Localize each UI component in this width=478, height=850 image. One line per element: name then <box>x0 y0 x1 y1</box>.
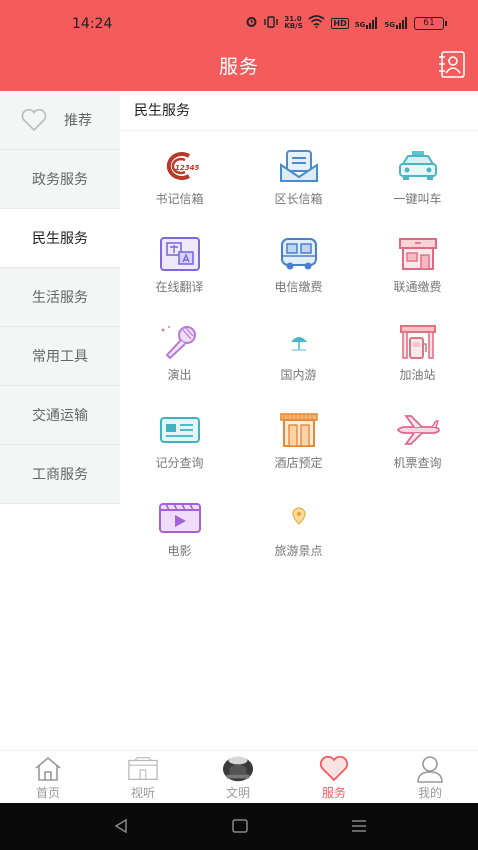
sidebar-item-label: 工商服务 <box>32 467 88 483</box>
service-label: 区长信箱 <box>274 192 323 206</box>
service-online-translate[interactable]: 在线翻译 <box>120 228 239 316</box>
gas-station-icon <box>396 324 440 360</box>
nav-label: 我的 <box>417 786 442 800</box>
tv-icon <box>127 755 159 783</box>
heart-icon <box>318 755 350 783</box>
sidebar-item-label: 政务服务 <box>32 172 88 188</box>
status-bar: 14:24 31.0 KB/S HD 5G 5G 61 <box>0 0 478 48</box>
sidebar-item-label: 交通运输 <box>32 408 88 424</box>
signal-icon-1: 5G <box>355 17 379 29</box>
service-call-taxi[interactable]: 一键叫车 <box>358 140 477 228</box>
service-label: 旅游景点 <box>274 544 323 558</box>
contact-book-icon <box>439 51 465 78</box>
service-label: 电信缴费 <box>274 280 323 294</box>
store-icon <box>396 236 440 272</box>
service-label: 酒店预定 <box>274 456 323 470</box>
service-label: 一键叫车 <box>393 192 442 206</box>
wifi-icon <box>308 15 325 31</box>
home-square-icon <box>232 819 248 833</box>
sidebar-item-livelihood[interactable]: 民生服务 <box>0 209 120 268</box>
section-divider <box>120 130 478 131</box>
12345-hotline-logo: 12345 <box>158 148 202 184</box>
service-label: 加油站 <box>399 368 436 382</box>
service-label: 演出 <box>167 368 192 382</box>
nav-label: 首页 <box>35 786 60 800</box>
service-points-inquiry[interactable]: 记分查询 <box>120 404 239 492</box>
top-bar: 14:24 31.0 KB/S HD 5G 5G 61 服务 <box>0 0 478 91</box>
airplane-icon <box>396 412 440 448</box>
location-pin-icon <box>277 500 321 536</box>
bottom-navigation: 首页 视听 文明 服务 我的 <box>0 750 478 803</box>
service-telecom-payment[interactable]: 电信缴费 <box>239 228 358 316</box>
contact-book-button[interactable] <box>436 48 468 80</box>
service-label: 国内游 <box>280 368 317 382</box>
sidebar-item-transport[interactable]: 交通运输 <box>0 386 120 445</box>
mailbox-icon <box>277 148 321 184</box>
sidebar-item-business[interactable]: 工商服务 <box>0 445 120 504</box>
home-icon <box>32 755 64 783</box>
menu-icon <box>352 820 366 832</box>
section-title: 民生服务 <box>134 103 190 119</box>
status-icons: 31.0 KB/S HD 5G 5G 61 <box>245 15 447 31</box>
alarm-icon <box>245 15 258 31</box>
sidebar-item-government[interactable]: 政务服务 <box>0 150 120 209</box>
system-navigation-bar <box>0 803 478 850</box>
service-label: 电影 <box>167 544 192 558</box>
sidebar-item-label: 生活服务 <box>32 290 88 306</box>
service-label: 书记信箱 <box>155 192 204 206</box>
back-button[interactable] <box>112 817 130 839</box>
nav-label: 文明 <box>225 786 250 800</box>
heart-outline-icon <box>21 108 47 132</box>
sidebar-item-recommend[interactable]: 推荐 <box>0 91 120 150</box>
user-icon <box>414 755 446 783</box>
bus-icon <box>277 236 321 272</box>
menu-button[interactable] <box>350 817 368 839</box>
service-secretary-mailbox[interactable]: 12345 书记信箱 <box>120 140 239 228</box>
service-flight-inquiry[interactable]: 机票查询 <box>358 404 477 492</box>
service-gas-station[interactable]: 加油站 <box>358 316 477 404</box>
taxi-icon <box>396 148 440 184</box>
net-speed: 31.0 KB/S <box>284 15 303 30</box>
battery-icon: 61 <box>414 16 447 30</box>
nav-civilization[interactable]: 文明 <box>208 755 268 801</box>
microphone-icon <box>158 324 202 360</box>
civilization-photo-icon <box>222 755 254 783</box>
status-time: 14:24 <box>72 16 113 32</box>
id-card-icon <box>158 412 202 448</box>
service-movie[interactable]: 电影 <box>120 492 239 580</box>
translate-icon <box>158 236 202 272</box>
back-icon <box>114 818 127 834</box>
nav-service[interactable]: 服务 <box>304 755 364 801</box>
service-scenic-spots[interactable]: 旅游景点 <box>239 492 358 580</box>
nav-audiovisual[interactable]: 视听 <box>113 755 173 801</box>
category-sidebar: 推荐 政务服务 民生服务 生活服务 常用工具 交通运输 工商服务 <box>0 91 120 504</box>
nav-label: 服务 <box>321 786 346 800</box>
nav-home[interactable]: 首页 <box>18 755 78 801</box>
service-hotel-booking[interactable]: 酒店预定 <box>239 404 358 492</box>
service-label: 在线翻译 <box>155 280 204 294</box>
service-label: 联通缴费 <box>393 280 442 294</box>
service-label: 机票查询 <box>393 456 442 470</box>
sidebar-item-label: 推荐 <box>64 113 92 129</box>
page-title: 服务 <box>218 56 259 78</box>
service-performance[interactable]: 演出 <box>120 316 239 404</box>
sidebar-item-label: 民生服务 <box>32 231 88 247</box>
vibrate-icon <box>264 15 279 31</box>
nav-profile[interactable]: 我的 <box>400 755 460 801</box>
svg-text:12345: 12345 <box>175 164 199 172</box>
signal-icon-2: 5G <box>384 17 408 29</box>
service-label: 记分查询 <box>155 456 204 470</box>
service-unicom-payment[interactable]: 联通缴费 <box>358 228 477 316</box>
movie-icon <box>158 500 202 536</box>
sidebar-item-tools[interactable]: 常用工具 <box>0 327 120 386</box>
hotel-icon <box>277 412 321 448</box>
sidebar-item-life[interactable]: 生活服务 <box>0 268 120 327</box>
hd-badge: HD <box>331 17 349 29</box>
sidebar-item-label: 常用工具 <box>32 349 88 365</box>
home-button[interactable] <box>231 817 249 839</box>
service-district-mailbox[interactable]: 区长信箱 <box>239 140 358 228</box>
nav-label: 视听 <box>130 786 155 800</box>
beach-umbrella-icon <box>277 324 321 360</box>
service-domestic-travel[interactable]: 国内游 <box>239 316 358 404</box>
